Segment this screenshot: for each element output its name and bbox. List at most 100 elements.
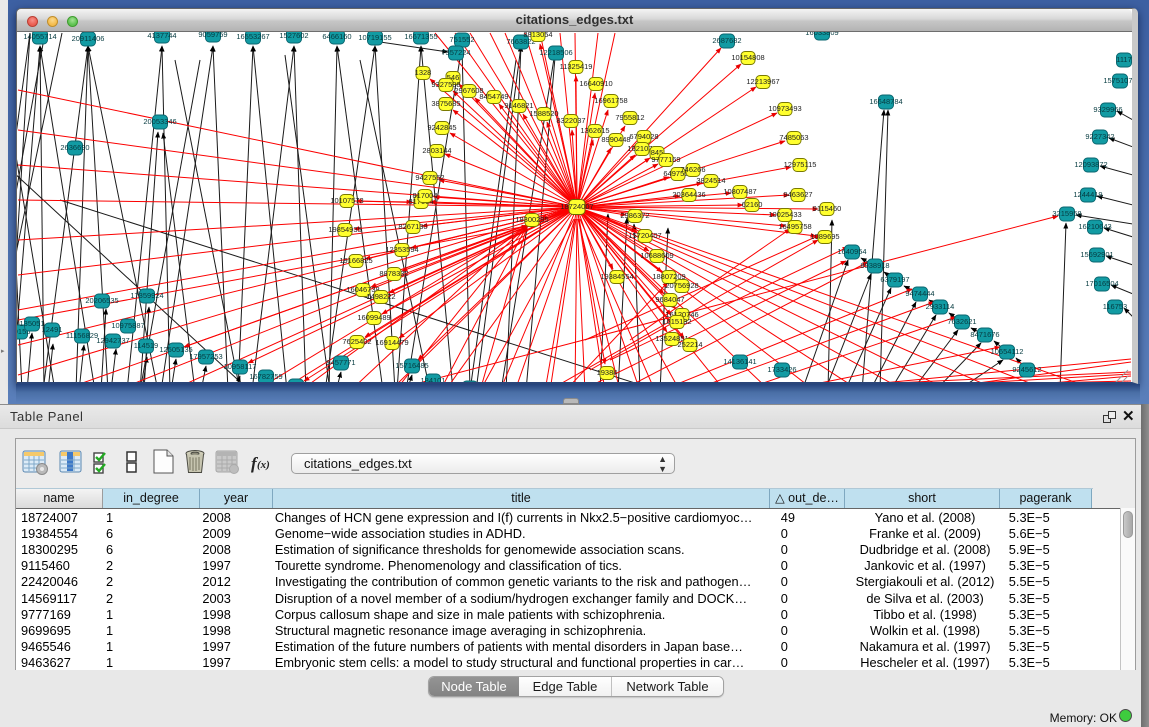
svg-text:8990448: 8990448: [601, 135, 630, 144]
svg-text:10719155: 10719155: [358, 33, 391, 42]
svg-text:7357224: 7357224: [441, 48, 470, 57]
svg-text:1640954: 1640954: [837, 247, 866, 256]
svg-text:2687682: 2687682: [712, 36, 741, 45]
svg-text:1362615: 1362615: [580, 126, 609, 135]
svg-text:12093872: 12093872: [1074, 160, 1107, 169]
svg-text:8938918: 8938918: [860, 261, 889, 270]
svg-text:817004: 817004: [412, 191, 437, 200]
svg-text:9457771: 9457771: [326, 358, 355, 367]
svg-text:17016504: 17016504: [1085, 279, 1118, 288]
svg-text:20756928: 20756928: [665, 281, 698, 290]
svg-text:1527602: 1527602: [279, 32, 308, 40]
svg-text:8322037: 8322037: [556, 116, 585, 125]
svg-text:9242845: 9242845: [427, 123, 456, 132]
svg-text:18724007: 18724007: [560, 202, 593, 211]
svg-text:7632621: 7632621: [947, 317, 976, 326]
svg-text:4137744: 4137744: [147, 32, 176, 40]
svg-text:9245612: 9245612: [1012, 365, 1041, 374]
svg-text:751552: 751552: [449, 35, 474, 44]
svg-text:16553267: 16553267: [236, 32, 269, 41]
svg-text:10958117: 10958117: [224, 362, 257, 371]
svg-text:16210643: 16210643: [1078, 222, 1111, 231]
svg-text:10973493: 10973493: [768, 104, 801, 113]
svg-text:10154808: 10154808: [731, 53, 764, 62]
svg-text:17359924: 17359924: [130, 291, 163, 300]
svg-text:11156829: 11156829: [66, 331, 98, 340]
svg-text:16671355: 16671355: [404, 32, 437, 41]
svg-text:16640910: 16640910: [579, 79, 612, 88]
svg-text:2803144: 2803144: [422, 146, 451, 155]
svg-text:20364436: 20364436: [672, 190, 705, 199]
svg-text:9059759: 9059759: [198, 32, 227, 39]
svg-text:10654112: 10654112: [991, 347, 1024, 356]
svg-text:9329966: 9329966: [1093, 105, 1122, 114]
svg-text:14055714: 14055714: [23, 32, 56, 41]
svg-text:19166825: 19166825: [339, 256, 372, 265]
svg-text:8454749: 8454749: [479, 92, 508, 101]
svg-text:15720407: 15720407: [628, 231, 661, 240]
svg-text:16495758: 16495758: [778, 222, 811, 231]
svg-text:16782759: 16782759: [249, 372, 282, 381]
svg-text:10025433: 10025433: [768, 210, 801, 219]
svg-text:1498222: 1498222: [366, 292, 395, 301]
svg-text:12213967: 12213967: [746, 77, 779, 86]
svg-text:1244419: 1244419: [1073, 190, 1102, 199]
svg-text:9474444: 9474444: [905, 289, 934, 298]
svg-text:16099489: 16099489: [357, 313, 390, 322]
svg-text:19384: 19384: [597, 368, 618, 377]
svg-text:116753: 116753: [1103, 302, 1127, 311]
svg-text:12505135: 12505135: [159, 345, 192, 354]
svg-text:8267130: 8267130: [398, 222, 427, 231]
svg-text:12942737: 12942737: [96, 336, 129, 345]
svg-text:184101: 184101: [420, 376, 445, 382]
svg-text:20206535: 20206535: [85, 296, 118, 305]
svg-text:6794028: 6794028: [629, 132, 658, 141]
svg-text:15751074: 15751074: [1103, 76, 1132, 85]
svg-text:16648784: 16648784: [869, 97, 902, 106]
svg-text:746266: 746266: [680, 165, 705, 174]
svg-text:6379197: 6379197: [880, 275, 909, 284]
svg-text:8878332: 8878332: [379, 269, 408, 278]
svg-text:1588520: 1588520: [529, 109, 558, 118]
svg-text:2986372: 2986372: [620, 211, 649, 220]
svg-text:16961758: 16961758: [594, 96, 627, 105]
svg-text:252214: 252214: [677, 340, 702, 349]
svg-text:9115460: 9115460: [813, 204, 842, 213]
svg-text:114519: 114519: [134, 341, 158, 350]
svg-text:9777169: 9777169: [651, 155, 680, 164]
svg-text:2933114: 2933114: [926, 302, 955, 311]
svg-text:10807487: 10807487: [723, 187, 756, 196]
svg-text:2636690: 2636690: [60, 143, 89, 152]
svg-text:20911406: 20911406: [72, 34, 105, 43]
svg-text:1328: 1328: [415, 68, 432, 77]
svg-text:7955812: 7955812: [615, 113, 644, 122]
svg-text:17957253: 17957253: [189, 352, 222, 361]
svg-text:12491: 12491: [42, 325, 63, 334]
svg-text:15716485: 15716485: [395, 361, 428, 370]
svg-text:6466160: 6466160: [322, 32, 351, 41]
svg-text:(x): (x): [257, 459, 270, 471]
svg-text:8813054: 8813054: [523, 32, 552, 39]
svg-text:18300295: 18300295: [515, 215, 548, 224]
svg-text:10107573: 10107573: [330, 196, 363, 205]
svg-text:3875685: 3875685: [431, 99, 460, 108]
svg-text:62160: 62160: [742, 200, 763, 209]
svg-text:16914479: 16914479: [375, 338, 408, 347]
svg-text:12323466: 12323466: [279, 381, 312, 382]
svg-text:12975115: 12975115: [784, 160, 817, 169]
svg-text:15692901: 15692901: [1080, 250, 1113, 259]
svg-text:9427552: 9427552: [415, 173, 444, 182]
svg-text:9684047: 9684047: [655, 295, 684, 304]
svg-text:1733426: 1733426: [767, 365, 796, 374]
svg-text:16033809: 16033809: [805, 32, 838, 37]
svg-text:14136141: 14136141: [723, 357, 756, 366]
svg-text:10975887: 10975887: [111, 321, 144, 330]
svg-text:1615132: 1615132: [662, 317, 691, 326]
svg-text:7625402: 7625402: [342, 337, 371, 346]
svg-text:11325419: 11325419: [560, 62, 593, 71]
svg-text:12353594: 12353594: [385, 245, 418, 254]
svg-text:3824514: 3824514: [696, 176, 725, 185]
svg-text:19384554: 19384554: [600, 272, 633, 281]
svg-text:19854935: 19854935: [328, 225, 361, 234]
svg-text:10688609: 10688609: [640, 251, 673, 260]
